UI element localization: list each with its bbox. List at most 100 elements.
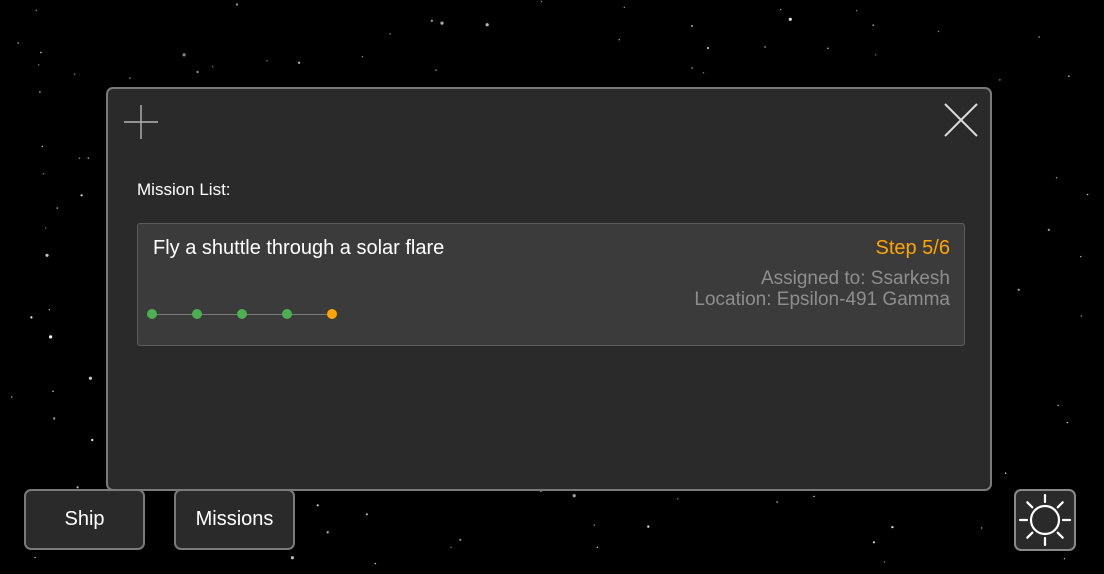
star [290,556,294,560]
star [1017,288,1020,291]
plus-icon [124,105,158,139]
star [74,73,76,75]
star [374,562,377,565]
star [572,494,576,498]
progress-dot-current [327,309,337,319]
star [1068,75,1070,77]
star [53,417,56,420]
star [1038,36,1040,38]
missions-button-label: Missions [195,508,274,530]
star [80,194,83,197]
star [129,77,131,79]
ship-button[interactable]: Ship [24,489,145,550]
star [1080,315,1083,317]
star [980,527,983,529]
star [316,504,319,507]
star [872,24,874,26]
star [361,56,364,58]
star [999,79,1001,81]
star [38,64,40,66]
sun-icon [1018,493,1072,547]
star [11,396,13,398]
mission-item[interactable]: Fly a shuttle through a solar flare Step… [137,223,965,346]
brightness-button[interactable] [1014,489,1076,551]
mission-location: Location: Epsilon-491 Gamma [694,289,950,310]
mission-list-heading: Mission List: [137,180,231,199]
star [40,51,42,54]
star [677,498,679,500]
star [211,66,214,68]
star [30,316,33,319]
progress-dot-complete [282,309,292,319]
mission-details: Assigned to: Ssarkesh Location: Epsilon-… [694,268,950,310]
progress-dot-complete [147,309,157,319]
star [623,6,625,9]
star [593,524,595,526]
star [872,541,876,544]
star [87,157,90,159]
star [1063,558,1066,560]
add-mission-button[interactable] [122,103,160,141]
star [459,538,462,541]
star [42,173,45,175]
star [298,61,301,64]
star [35,9,37,12]
mission-list-panel: Mission List: Fly a shuttle through a so… [106,87,992,491]
star [435,69,437,71]
star [485,23,489,27]
star [56,207,58,209]
close-button[interactable] [942,101,980,139]
star [883,561,886,563]
star [39,91,41,93]
star [1047,228,1050,231]
star [440,21,444,25]
star [1055,177,1058,179]
star [788,17,792,21]
star [48,309,51,311]
star [875,54,877,56]
star [827,47,829,49]
star [764,46,766,48]
star [855,10,858,12]
close-icon [944,103,978,137]
mission-progress [147,308,337,320]
star [1066,421,1069,424]
star [937,30,940,33]
star [266,60,268,62]
missions-button[interactable]: Missions [174,489,295,550]
star [389,33,391,35]
star [326,531,329,534]
star [706,46,710,50]
star [34,556,36,559]
star [88,376,92,380]
star [235,3,239,6]
star [540,0,543,3]
star [647,525,650,528]
mission-title: Fly a shuttle through a solar flare [153,237,445,259]
progress-dot-complete [192,309,202,319]
star [1086,193,1089,196]
star [91,438,94,442]
star [891,526,894,529]
star [702,72,705,74]
star [49,335,53,339]
star [776,501,778,503]
star [182,53,186,57]
star [779,8,782,11]
star [430,19,433,22]
star [1004,472,1007,474]
star [690,24,694,28]
mission-assignee: Assigned to: Ssarkesh [760,268,950,289]
star [365,513,368,516]
star [1057,404,1059,407]
star [41,145,43,148]
star [813,495,815,498]
star [618,39,620,41]
star [17,42,19,44]
star [691,67,693,69]
star [450,546,452,549]
star [196,70,199,74]
mission-step-counter: Step 5/6 [875,237,950,259]
star [1080,255,1082,258]
star [52,390,54,392]
